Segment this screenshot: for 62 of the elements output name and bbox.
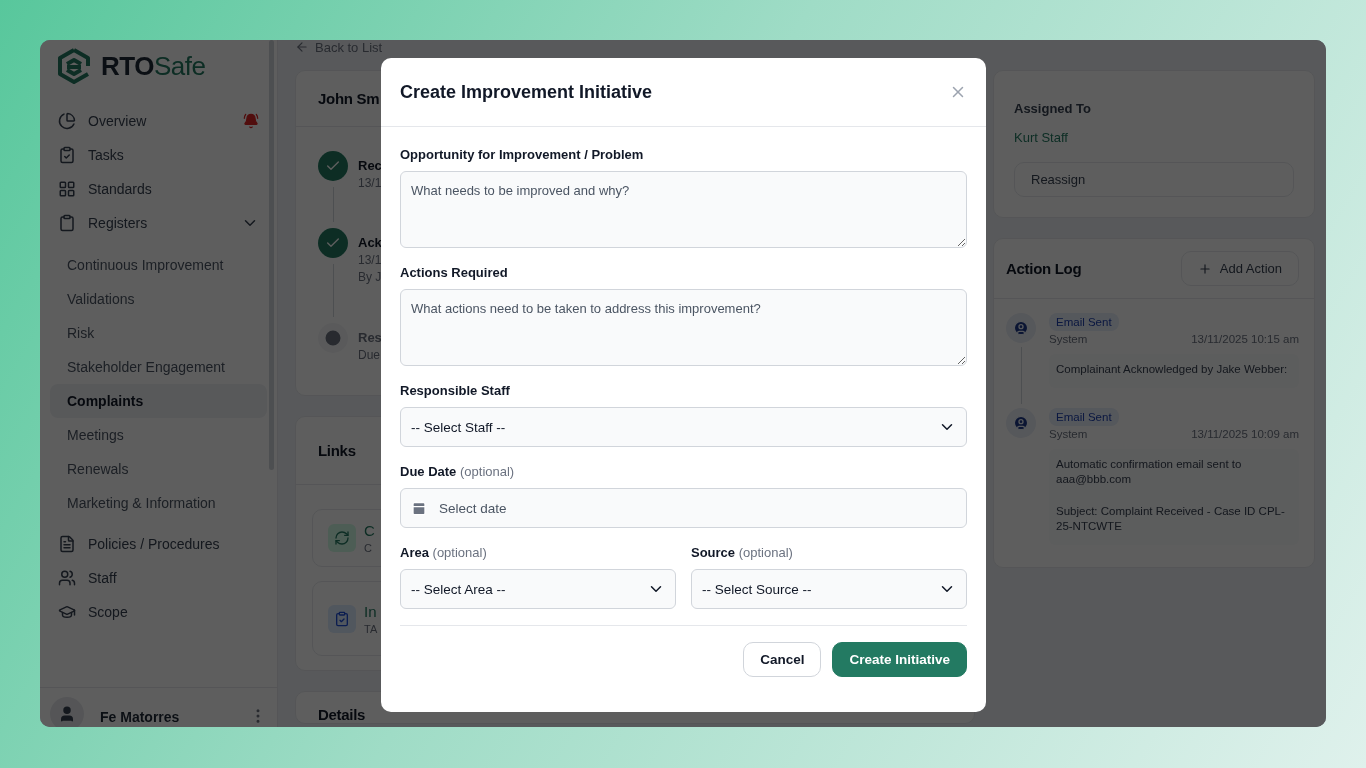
field-label: Area (optional) xyxy=(400,545,488,560)
nav-subitem[interactable]: Complaints xyxy=(50,384,267,418)
nav-subitem[interactable]: Stakeholder Engagement xyxy=(50,350,267,384)
nav-item[interactable]: Scope xyxy=(50,595,267,629)
nav-subitem[interactable]: Renewals xyxy=(50,452,267,486)
reassign-button[interactable]: Reassign xyxy=(1014,162,1294,197)
card-title: Details xyxy=(317,705,367,723)
field-label: Responsible Staff xyxy=(400,383,511,398)
nav-item[interactable]: Overview xyxy=(50,104,267,138)
nav-subitem[interactable]: Meetings xyxy=(50,418,267,452)
nav-item[interactable]: Policies / Procedures xyxy=(50,527,267,561)
logo-icon xyxy=(57,48,91,84)
card-title: Action Log xyxy=(1006,260,1082,277)
note-text: Complainant Acknowledged by Jake Webber: xyxy=(1056,362,1289,377)
assigned-label: Assigned To xyxy=(1014,101,1093,116)
add-action-button[interactable]: Add Action xyxy=(1180,251,1299,286)
event-tag: Email Sent xyxy=(1049,407,1119,426)
user-circle-icon xyxy=(1006,313,1036,343)
nav-item[interactable]: Registers xyxy=(50,206,267,240)
nav-item[interactable]: Tasks xyxy=(50,138,267,172)
avatar[interactable] xyxy=(50,697,84,727)
field-label: Opportunity for Improvement / Problem xyxy=(400,147,645,162)
user-name: Fe Matorres xyxy=(100,708,181,725)
plus-icon xyxy=(1197,261,1212,276)
field-label: Source (optional) xyxy=(691,545,794,560)
modal-title: Create Improvement Initiative xyxy=(400,81,653,103)
field-label: Actions Required xyxy=(400,265,509,280)
create-button[interactable]: Create Initiative xyxy=(832,642,967,677)
assignee-name: Kurt Staff xyxy=(1014,130,1069,145)
nav-item[interactable]: Staff xyxy=(50,561,267,595)
nav-subitem[interactable]: Marketing & Information xyxy=(50,486,267,520)
field-label: Due Date (optional) xyxy=(400,464,516,479)
nav-subitem[interactable]: Continuous Improvement xyxy=(50,248,267,282)
select-field[interactable]: -- Select Staff -- xyxy=(400,407,967,447)
cancel-button[interactable]: Cancel xyxy=(743,642,822,677)
select-field[interactable]: -- Select Area -- xyxy=(400,569,676,609)
clipboard-icon xyxy=(58,214,76,232)
nav-subitem[interactable]: Risk xyxy=(50,316,267,350)
graduation-cap-icon xyxy=(58,603,76,621)
event-tag: Email Sent xyxy=(1049,313,1119,331)
card-title: Links xyxy=(318,442,356,459)
grid-icon xyxy=(58,180,76,198)
text-area[interactable]: What needs to be improved and why? xyxy=(400,171,967,248)
note-text: Subject: Complaint Received - Case ID CPL-25-NTCWTE xyxy=(1056,503,1286,535)
user-circle-icon xyxy=(1006,407,1036,438)
clipboard-check-icon xyxy=(58,146,76,164)
calendar-icon xyxy=(411,500,427,516)
refresh-icon xyxy=(328,524,356,552)
date-field[interactable]: Select date xyxy=(400,488,967,528)
document-icon xyxy=(58,535,76,553)
clipboard-check-icon xyxy=(328,604,356,633)
step-title: Rec xyxy=(358,158,382,173)
card-title: John Sm xyxy=(318,90,380,107)
nav-subitem[interactable]: Validations xyxy=(50,282,267,316)
step-title: Ack xyxy=(358,235,382,250)
note-text: Automatic confirmation email sent to aaa@bbb.com xyxy=(1056,456,1243,488)
nav-item[interactable]: Standards xyxy=(50,172,267,206)
select-field[interactable]: -- Select Source -- xyxy=(691,569,967,609)
pie-chart-icon xyxy=(58,112,76,130)
users-icon xyxy=(58,569,76,587)
text-area[interactable]: What actions need to be taken to address this improvement? xyxy=(400,289,967,366)
logo-text: RTOSafe xyxy=(101,50,206,82)
